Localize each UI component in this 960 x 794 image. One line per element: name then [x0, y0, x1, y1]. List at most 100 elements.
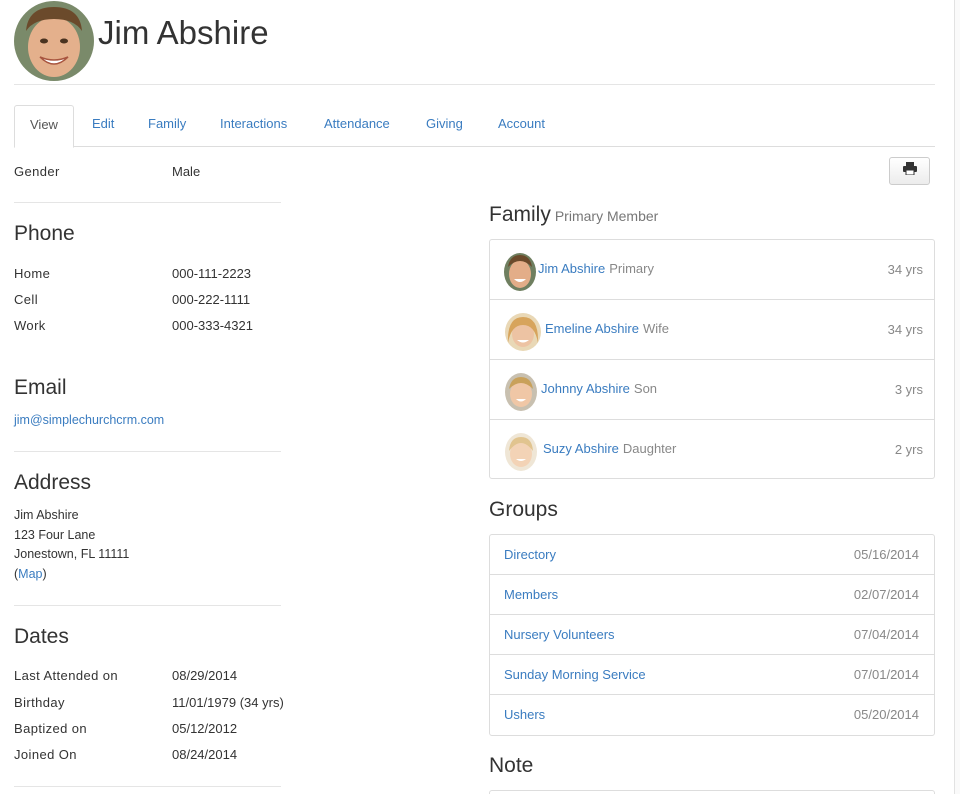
tab-attendance[interactable]: Attendance [309, 105, 405, 147]
member-avatar [504, 253, 536, 291]
tab-account[interactable]: Account [483, 105, 560, 147]
divider [14, 202, 281, 203]
group-date: 05/16/2014 [853, 547, 919, 562]
date-value: 05/12/2012 [172, 721, 238, 736]
divider [14, 451, 281, 452]
member-name[interactable]: Jim Abshire [538, 261, 605, 276]
note-heading: Note [489, 754, 534, 777]
group-date: 07/04/2014 [853, 627, 919, 642]
group-row[interactable]: Sunday Morning Service 07/01/2014 [490, 655, 934, 695]
group-name-link[interactable]: Directory [504, 547, 556, 562]
groups-panel: Directory 05/16/2014 Members 02/07/2014 … [489, 534, 935, 736]
phone-heading: Phone [14, 222, 75, 245]
address-line: 123 Four Lane [14, 528, 96, 542]
member-role: Son [633, 381, 658, 396]
member-name[interactable]: Johnny Abshire [541, 381, 630, 396]
email-heading: Email [14, 376, 67, 399]
groups-heading: Groups [489, 498, 558, 521]
member-avatar [505, 313, 541, 351]
family-panel: Jim Abshire Primary 34 yrs Emeline Abshir… [489, 239, 935, 479]
member-role: Daughter [622, 441, 677, 456]
family-member-row[interactable]: Emeline Abshire Wife 34 yrs [490, 300, 934, 360]
phone-label: Home [14, 266, 51, 281]
address-line: Jim Abshire [14, 508, 79, 522]
member-role: Primary [609, 261, 654, 276]
family-member-row[interactable]: Jim Abshire Primary 34 yrs [490, 240, 934, 300]
date-value: 11/01/1979 (34 yrs) [172, 695, 284, 710]
email-link[interactable]: jim@simplechurchcrm.com [14, 413, 164, 427]
family-member-row[interactable]: Suzy Abshire Daughter 2 yrs [490, 420, 934, 480]
phone-value: 000-111-2223 [172, 266, 252, 281]
family-title: Family [489, 203, 551, 226]
tab-edit[interactable]: Edit [77, 105, 129, 147]
member-name[interactable]: Emeline Abshire [545, 321, 639, 336]
gender-value: Male [172, 164, 201, 179]
group-row[interactable]: Ushers 05/20/2014 [490, 695, 934, 735]
phone-label: Cell [14, 292, 38, 307]
gender-label: Gender [14, 164, 60, 179]
member-name-link[interactable]: Johnny Abshire Son [541, 381, 657, 396]
phone-row-work: Work 000-333-4321 [14, 318, 253, 333]
date-row: Birthday 11/01/1979 (34 yrs) [14, 695, 284, 710]
date-label: Last Attended on [14, 668, 118, 683]
date-label: Joined On [14, 747, 77, 762]
member-name-link[interactable]: Jim Abshire Primary [538, 261, 654, 276]
group-name-link[interactable]: Sunday Morning Service [504, 667, 646, 682]
member-avatar [505, 373, 537, 411]
date-value: 08/29/2014 [172, 668, 238, 683]
map-link[interactable]: Map [18, 567, 42, 581]
gender-row: Gender Male [14, 164, 200, 179]
address-line: Jonestown, FL 11111 [14, 547, 130, 561]
group-date: 02/07/2014 [853, 587, 919, 602]
note-panel [489, 790, 935, 794]
tab-giving[interactable]: Giving [411, 105, 478, 147]
member-age: 34 yrs [887, 322, 923, 337]
phone-value: 000-222-1111 [172, 292, 251, 307]
phone-value: 000-333-4321 [172, 318, 253, 333]
divider [14, 605, 281, 606]
phone-row-home: Home 000-111-2223 [14, 266, 251, 281]
group-name-link[interactable]: Members [504, 587, 558, 602]
date-label: Baptized on [14, 721, 88, 736]
member-name-link[interactable]: Suzy Abshire Daughter [543, 441, 676, 456]
date-value: 08/24/2014 [172, 747, 238, 762]
printer-icon [902, 162, 917, 180]
date-label: Birthday [14, 695, 65, 710]
member-name[interactable]: Suzy Abshire [543, 441, 619, 456]
date-row: Joined On 08/24/2014 [14, 747, 237, 762]
group-date: 05/20/2014 [853, 707, 919, 722]
page-title: Jim Abshire [98, 14, 269, 51]
tab-view[interactable]: View [14, 105, 74, 148]
profile-header: Jim Abshire [14, 0, 935, 85]
group-row[interactable]: Directory 05/16/2014 [490, 535, 934, 575]
map-line: (Map) [14, 567, 47, 581]
phone-row-cell: Cell 000-222-1111 [14, 292, 250, 307]
member-name-link[interactable]: Emeline Abshire Wife [545, 321, 669, 336]
member-age: 3 yrs [894, 382, 923, 397]
member-age: 34 yrs [887, 262, 923, 277]
phone-label: Work [14, 318, 46, 333]
group-name-link[interactable]: Nursery Volunteers [504, 627, 615, 642]
scrollbar[interactable] [954, 0, 960, 794]
dates-heading: Dates [14, 625, 69, 648]
date-row: Baptized on 05/12/2012 [14, 721, 237, 736]
profile-tabs: View Edit Family Interactions Attendance… [14, 105, 935, 148]
family-heading: Family Primary Member [489, 203, 658, 227]
family-member-row[interactable]: Johnny Abshire Son 3 yrs [490, 360, 934, 420]
group-row[interactable]: Nursery Volunteers 07/04/2014 [490, 615, 934, 655]
member-age: 2 yrs [894, 442, 923, 457]
member-role: Wife [642, 321, 669, 336]
print-button[interactable] [889, 157, 930, 185]
tab-family[interactable]: Family [133, 105, 201, 147]
map-paren-close: ) [42, 567, 47, 581]
group-date: 07/01/2014 [853, 667, 919, 682]
address-heading: Address [14, 471, 92, 494]
avatar [14, 1, 94, 81]
group-row[interactable]: Members 02/07/2014 [490, 575, 934, 615]
date-row: Last Attended on 08/29/2014 [14, 668, 237, 683]
group-name-link[interactable]: Ushers [504, 707, 545, 722]
tab-interactions[interactable]: Interactions [205, 105, 302, 147]
family-subtitle: Primary Member [554, 208, 659, 224]
divider [14, 786, 281, 787]
member-avatar [505, 433, 537, 471]
